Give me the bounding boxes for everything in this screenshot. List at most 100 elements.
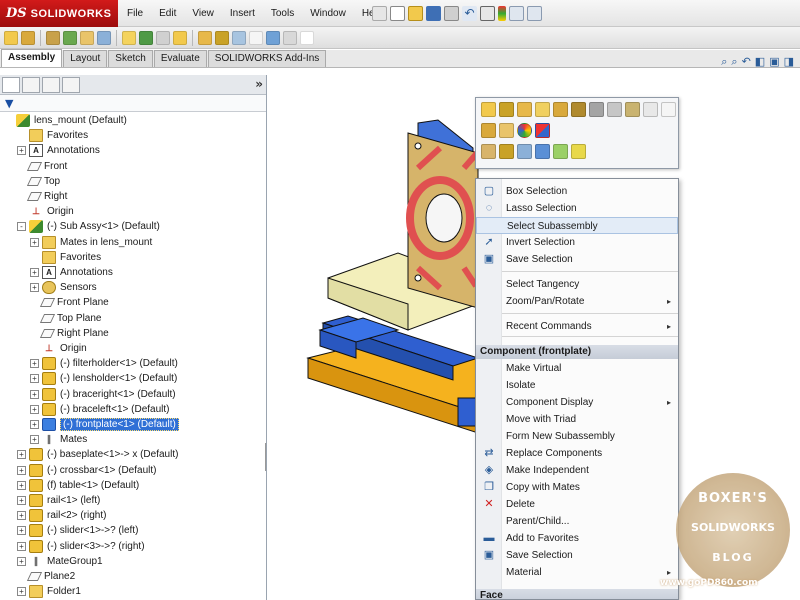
menu-item-isolate[interactable]: Isolate — [476, 377, 678, 394]
expand-icon[interactable]: + — [17, 587, 26, 597]
menu-item-select-tangency[interactable]: Select Tangency — [476, 276, 678, 293]
appearance-icon[interactable] — [517, 123, 532, 138]
tree-item[interactable]: Plane2 — [17, 569, 75, 584]
select-arrow-icon[interactable] — [480, 6, 495, 21]
tree-item[interactable]: + Mates in lens_mount — [30, 235, 152, 250]
tree-item[interactable]: + rail<1> (left) — [17, 493, 100, 508]
reference-geometry-icon[interactable] — [139, 30, 153, 45]
insert-component-icon[interactable] — [517, 102, 532, 117]
expand-icon[interactable]: + — [17, 450, 26, 460]
options-icon[interactable] — [527, 6, 542, 21]
menu-item-parent-child[interactable]: Parent/Child... — [476, 513, 678, 530]
tree-item[interactable]: lens_mount (Default) — [4, 113, 127, 128]
expand-icon[interactable]: + — [17, 541, 26, 551]
menu-item-copy-with-mates[interactable]: ❐ Copy with Mates — [476, 479, 678, 496]
display-pane-icon[interactable] — [535, 123, 550, 138]
triad-icon[interactable] — [535, 144, 550, 159]
move-component-context-icon[interactable] — [553, 102, 568, 117]
menu-tools[interactable]: Tools — [263, 8, 302, 19]
display-style-icon[interactable]: ◨ — [784, 55, 794, 69]
tree-item[interactable]: Top — [17, 174, 60, 189]
file-properties-icon[interactable] — [509, 6, 524, 21]
show-hidden-icon[interactable] — [97, 30, 111, 45]
view-orientation-icon[interactable]: ▣ — [769, 55, 779, 69]
smart-fasteners-icon[interactable] — [63, 30, 77, 45]
tree-item[interactable]: Favorites — [17, 128, 88, 143]
filter-icon[interactable]: ▼ — [5, 97, 13, 110]
mate-icon[interactable] — [21, 30, 35, 45]
isolate-context-icon[interactable] — [661, 102, 676, 117]
mate-context-icon[interactable] — [535, 102, 550, 117]
expand-icon[interactable]: + — [30, 435, 39, 445]
expand-icon[interactable]: + — [17, 526, 26, 536]
tree-item[interactable]: + (-) filterholder<1> (Default) — [30, 356, 178, 371]
snapshot-icon[interactable] — [300, 30, 314, 45]
menu-item-make-virtual[interactable]: Make Virtual — [476, 360, 678, 377]
property-manager-tab-icon[interactable] — [22, 76, 40, 93]
menu-item-component-display[interactable]: Component Display ▸ — [476, 394, 678, 411]
tab-layout[interactable]: Layout — [63, 50, 108, 67]
menu-item-material[interactable]: Material ▸ — [476, 564, 678, 581]
hide-component-icon[interactable] — [607, 102, 622, 117]
menu-item-delete[interactable]: ✕ Delete — [476, 496, 678, 513]
properties-icon[interactable] — [643, 102, 658, 117]
pin-icon[interactable] — [372, 6, 387, 21]
hole-alignment-icon[interactable] — [249, 30, 263, 45]
zoom-area-context-icon[interactable] — [517, 144, 532, 159]
tab-evaluate[interactable]: Evaluate — [153, 50, 207, 67]
change-transparency-icon[interactable] — [625, 102, 640, 117]
rotate-component-icon[interactable] — [571, 102, 586, 117]
expand-icon[interactable]: + — [30, 389, 39, 399]
menu-window[interactable]: Window — [302, 8, 354, 19]
print-icon[interactable] — [444, 6, 459, 21]
normal-to-icon[interactable] — [499, 144, 514, 159]
tree-item[interactable]: + (-) lensholder<1> (Default) — [30, 371, 177, 386]
display-mode-icon[interactable] — [571, 144, 586, 159]
tree-item[interactable]: Top Plane — [30, 311, 101, 326]
expand-icon[interactable]: + — [30, 420, 39, 429]
tree-item[interactable]: - (-) Sub Assy<1> (Default) — [17, 219, 160, 234]
tree-item[interactable]: Right Plane — [30, 326, 109, 341]
expand-icon[interactable]: + — [17, 556, 26, 566]
clearance-verification-icon[interactable] — [232, 30, 246, 45]
expand-icon[interactable]: + — [30, 268, 39, 277]
menu-item-move-with-triad[interactable]: Move with Triad — [476, 411, 678, 428]
tree-item[interactable]: Right — [17, 189, 67, 204]
expand-icon[interactable]: + — [30, 404, 39, 414]
menu-item-add-to-favorites[interactable]: ▬ Add to Favorites — [476, 530, 678, 547]
zoom-to-fit-icon[interactable]: ⌕ — [721, 55, 727, 69]
tree-item[interactable]: + (-) baseplate<1>-> x (Default) — [17, 447, 178, 462]
tree-item[interactable]: Front — [17, 159, 67, 174]
menu-insert[interactable]: Insert — [222, 8, 263, 19]
fix-component-icon[interactable] — [481, 123, 496, 138]
expand-icon[interactable]: + — [30, 359, 39, 369]
rebuild-traffic-light-icon[interactable] — [498, 6, 506, 21]
panel-splitter-handle[interactable]: ‹ — [265, 443, 266, 471]
expand-icon[interactable]: + — [30, 283, 39, 293]
expand-icon[interactable]: + — [17, 465, 26, 475]
edit-sketch-icon[interactable] — [499, 123, 514, 138]
linear-pattern-icon[interactable] — [46, 30, 60, 45]
assembly-features-icon[interactable] — [122, 30, 136, 45]
menu-item-make-independent[interactable]: ◈ Make Independent — [476, 462, 678, 479]
view-selection-icon[interactable] — [553, 144, 568, 159]
bill-of-materials-icon[interactable] — [173, 30, 187, 45]
configuration-manager-tab-icon[interactable] — [42, 76, 60, 93]
tab-sketch[interactable]: Sketch — [108, 50, 153, 67]
suppress-icon[interactable] — [589, 102, 604, 117]
expand-icon[interactable]: + — [17, 511, 26, 521]
open-folder-icon[interactable] — [408, 6, 423, 21]
zoom-area-icon[interactable]: ⌕ — [731, 55, 737, 69]
open-part-icon[interactable] — [481, 102, 496, 117]
tree-item[interactable]: + (-) crossbar<1> (Default) — [17, 463, 156, 478]
previous-view-icon[interactable]: ↶ — [742, 55, 751, 69]
expand-icon[interactable]: + — [17, 146, 26, 156]
expand-icon[interactable]: + — [30, 237, 39, 247]
interference-detection-icon[interactable] — [215, 30, 229, 45]
collapse-icon[interactable]: - — [17, 222, 26, 232]
zoom-to-selection-icon[interactable] — [481, 144, 496, 159]
insert-components-icon[interactable] — [4, 30, 18, 45]
new-document-icon[interactable] — [390, 6, 405, 21]
tree-item[interactable]: + (-) slider<3>->? (right) — [17, 539, 145, 554]
tree-item[interactable]: + A Annotations — [30, 265, 113, 280]
